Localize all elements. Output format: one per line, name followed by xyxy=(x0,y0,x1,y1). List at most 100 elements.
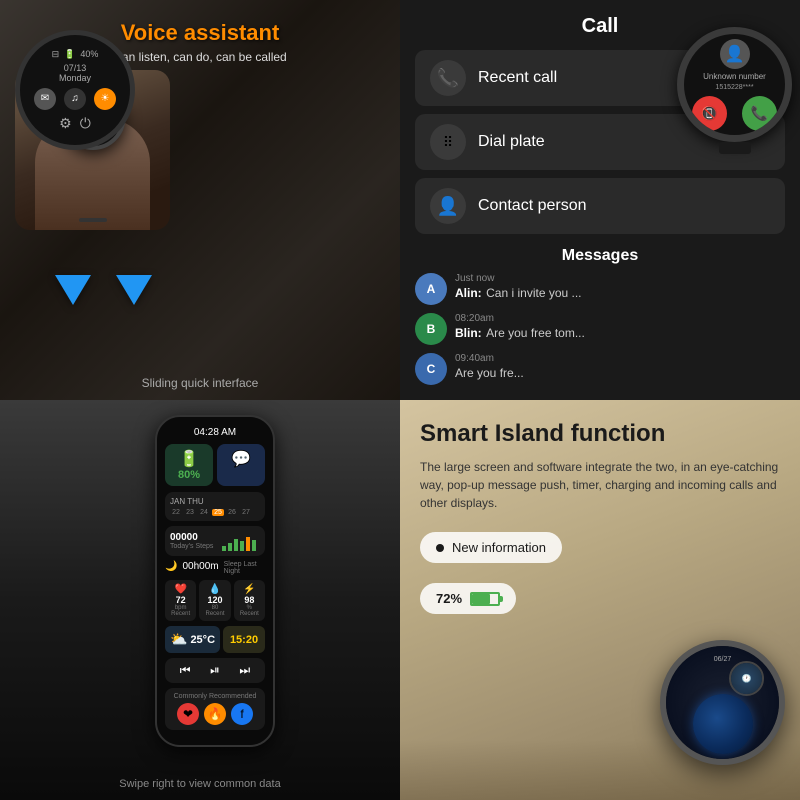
messages-title: Messages xyxy=(415,247,785,265)
cal-day-6: 27 xyxy=(240,509,252,516)
arrow-left xyxy=(55,275,91,305)
msg-time-2: 08:20am xyxy=(455,313,785,324)
phone-ui-panel: 04:28 AM 🔋 80% 💬 JAN THU 22 23 24 xyxy=(155,415,275,747)
contact-icon: 👤 xyxy=(430,188,466,224)
oxygen-icon: ⚡ xyxy=(243,584,255,595)
msg-text-2: Are you free tom... xyxy=(486,326,585,340)
msg-sender-2: Blin: xyxy=(455,326,482,340)
smart-island-title: Smart Island function xyxy=(420,420,780,448)
voice-assistant-panel: Voice assistant Can listen, can do, can … xyxy=(0,0,400,400)
sleep-block: 🌙 00h00m Sleep Last Night xyxy=(165,561,265,575)
battery-block: 🔋 80% xyxy=(165,444,213,486)
panel-time: 04:28 AM xyxy=(165,427,265,438)
calendar-days: 22 23 24 25 26 27 xyxy=(170,509,260,516)
battery-pill: 72% xyxy=(420,583,516,614)
msg-avatar-2: B xyxy=(415,313,447,345)
decline-button[interactable]: 📵 xyxy=(692,96,727,131)
panel-time-2: 15:20 xyxy=(230,634,258,646)
sleep-label: Sleep Last Night xyxy=(224,561,265,575)
bp-value: 120 xyxy=(207,595,222,605)
sleep-value: 00h00m xyxy=(182,561,218,575)
signal-icon: ⊟ xyxy=(52,49,60,60)
battery-icon: 🔋 xyxy=(64,49,75,60)
music-controls: ⏮ ⏯ ⏭ xyxy=(165,658,265,683)
dialpad-icon: ⠿ xyxy=(430,124,466,160)
msg-sender-1: Alin: xyxy=(455,286,482,300)
watch-date: 07/13 Monday xyxy=(59,63,91,83)
recent-call-label: Recent call xyxy=(478,69,557,87)
arrow-right xyxy=(116,275,152,305)
music-icon: ♫ xyxy=(64,88,86,110)
caller-avatar: 👤 xyxy=(720,39,750,69)
smart-island-content: Smart Island function The large screen a… xyxy=(400,400,800,800)
battery-percentage: 72% xyxy=(436,591,462,606)
message-icon: 💬 xyxy=(231,449,251,469)
contact-person-label: Contact person xyxy=(478,197,587,215)
next-button[interactable]: ⏭ xyxy=(239,663,250,678)
bp-icon: 💧 xyxy=(209,584,221,595)
heart-rate-block: ❤️ 72 bpm Recent xyxy=(165,580,196,621)
msg-avatar-1: A xyxy=(415,273,447,305)
cal-day-today: 25 xyxy=(212,509,224,516)
rec-icon-1[interactable]: ❤ xyxy=(177,703,199,725)
heart-icon: ❤️ xyxy=(174,584,186,595)
play-pause-button[interactable]: ⏯ xyxy=(210,663,220,678)
cal-day-3: 24 xyxy=(198,509,210,516)
cal-day-5: 26 xyxy=(226,509,238,516)
phone-number: 1515228**** xyxy=(715,84,753,91)
battery-icon xyxy=(470,592,500,606)
call-panel: Call 📞 Recent call ⠿ Dial plate 👤 Contac… xyxy=(400,0,800,400)
unknown-number-label: Unknown number xyxy=(703,72,766,81)
battery-percent: 80% xyxy=(178,469,200,481)
swipe-label: Swipe right to view common data xyxy=(0,778,400,790)
accept-button[interactable]: 📞 xyxy=(742,96,777,131)
heart-rate-value: 72 xyxy=(176,595,186,605)
mail-icon: ✉ xyxy=(34,88,56,110)
msg-text-3: Are you fre... xyxy=(455,366,524,380)
moon-icon: 🌙 xyxy=(165,561,177,575)
bp-label: Recent xyxy=(205,611,224,617)
watch-band-top xyxy=(719,15,751,27)
smart-island-panel: Smart Island function The large screen a… xyxy=(400,400,800,800)
round-watch: ⊟ 🔋 40% 07/13 Monday ✉ ♫ ☀ ⚙ ⏻ xyxy=(15,30,145,160)
down-arrows xyxy=(55,275,152,305)
new-info-pill: New information xyxy=(420,532,562,563)
new-info-label: New information xyxy=(452,540,546,555)
battery-cap xyxy=(500,596,503,602)
rec-icon-3[interactable]: f xyxy=(231,703,253,725)
smart-island-description: The large screen and software integrate … xyxy=(420,458,780,512)
contact-person-item[interactable]: 👤 Contact person xyxy=(415,178,785,234)
watch-band-bottom xyxy=(719,142,751,154)
power-icon[interactable]: ⏻ xyxy=(80,115,91,132)
weather-icon: ⛅ xyxy=(170,631,187,648)
message-item-3: C 09:40am Are you fre... xyxy=(415,353,785,385)
battery-percent: 40% xyxy=(80,49,98,59)
recommended-block: Commonly Recommended ❤ 🔥 f xyxy=(165,688,265,730)
cal-day-1: 22 xyxy=(170,509,182,516)
calendar-month: JAN THU xyxy=(170,497,204,506)
steps-value: 00000 xyxy=(170,532,213,543)
message-block: 💬 xyxy=(217,444,265,486)
oxygen-block: ⚡ 98 % Recent xyxy=(234,580,265,621)
steps-chart xyxy=(220,531,260,551)
health-row: ❤️ 72 bpm Recent 💧 120 80 Recent ⚡ 98 % … xyxy=(165,580,265,621)
weather-block: ⛅ 25°C xyxy=(165,626,220,653)
sliding-quick-label: Sliding quick interface xyxy=(0,376,400,390)
weather-row: ⛅ 25°C 15:20 xyxy=(165,626,265,653)
calendar-block: JAN THU 22 23 24 25 26 27 xyxy=(165,492,265,521)
round-watch-face: ⊟ 🔋 40% 07/13 Monday ✉ ♫ ☀ ⚙ ⏻ xyxy=(15,30,135,150)
msg-avatar-3: C xyxy=(415,353,447,385)
dial-plate-label: Dial plate xyxy=(478,133,545,151)
call-action-buttons: 📵 📞 xyxy=(692,96,777,131)
brightness-icon: ☀ xyxy=(94,88,116,110)
phone-icon: 📞 xyxy=(430,60,466,96)
pill-dot xyxy=(436,544,444,552)
quick-interface-panel: 04:28 AM 🔋 80% 💬 JAN THU 22 23 24 xyxy=(0,400,400,800)
oxygen-value: 98 xyxy=(244,595,254,605)
gear-icon[interactable]: ⚙ xyxy=(59,115,72,132)
oxygen-label: Recent xyxy=(240,611,259,617)
watch-face: 👤 Unknown number 1515228**** 📵 📞 xyxy=(677,27,792,142)
recommended-label: Commonly Recommended xyxy=(170,693,260,700)
prev-button[interactable]: ⏮ xyxy=(180,663,191,678)
rec-icon-2[interactable]: 🔥 xyxy=(204,703,226,725)
